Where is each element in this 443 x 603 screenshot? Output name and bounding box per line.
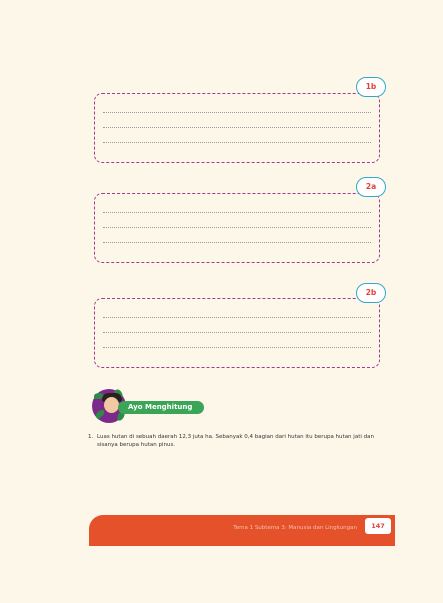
answer-line[interactable]	[103, 332, 371, 333]
answer-line[interactable]	[103, 127, 371, 128]
worksheet-page: 1b 2a 2b Ayo Menghitung 1. Luas hutan di…	[0, 0, 443, 603]
answer-line[interactable]	[103, 317, 371, 318]
answer-box-2a[interactable]	[94, 193, 380, 263]
question-text: Luas hutan di sebuah daerah 12,3 juta ha…	[97, 434, 374, 448]
footer-theme-text: Tema 1 Subtema 3: Manusia dan Lingkungan	[233, 525, 357, 531]
answer-box-1b[interactable]	[94, 93, 380, 163]
answer-line[interactable]	[103, 347, 371, 348]
answer-line[interactable]	[103, 142, 371, 143]
leaf-icon	[94, 408, 106, 420]
answer-line[interactable]	[103, 212, 371, 213]
answer-line[interactable]	[103, 242, 371, 243]
box-tag-2b: 2b	[356, 283, 386, 303]
box-tag-1b: 1b	[356, 77, 386, 97]
section-heading: Ayo Menghitung	[118, 401, 205, 414]
answer-line[interactable]	[103, 112, 371, 113]
character-face-icon	[104, 397, 119, 413]
answer-box-2b[interactable]	[94, 298, 380, 368]
page-number: 147	[365, 518, 391, 534]
answer-line[interactable]	[103, 227, 371, 228]
page-footer: Tema 1 Subtema 3: Manusia dan Lingkungan…	[89, 515, 395, 546]
ayo-menghitung-banner: Ayo Menghitung	[92, 388, 222, 425]
question-number: 1.	[88, 434, 94, 440]
box-tag-2a: 2a	[356, 177, 386, 197]
